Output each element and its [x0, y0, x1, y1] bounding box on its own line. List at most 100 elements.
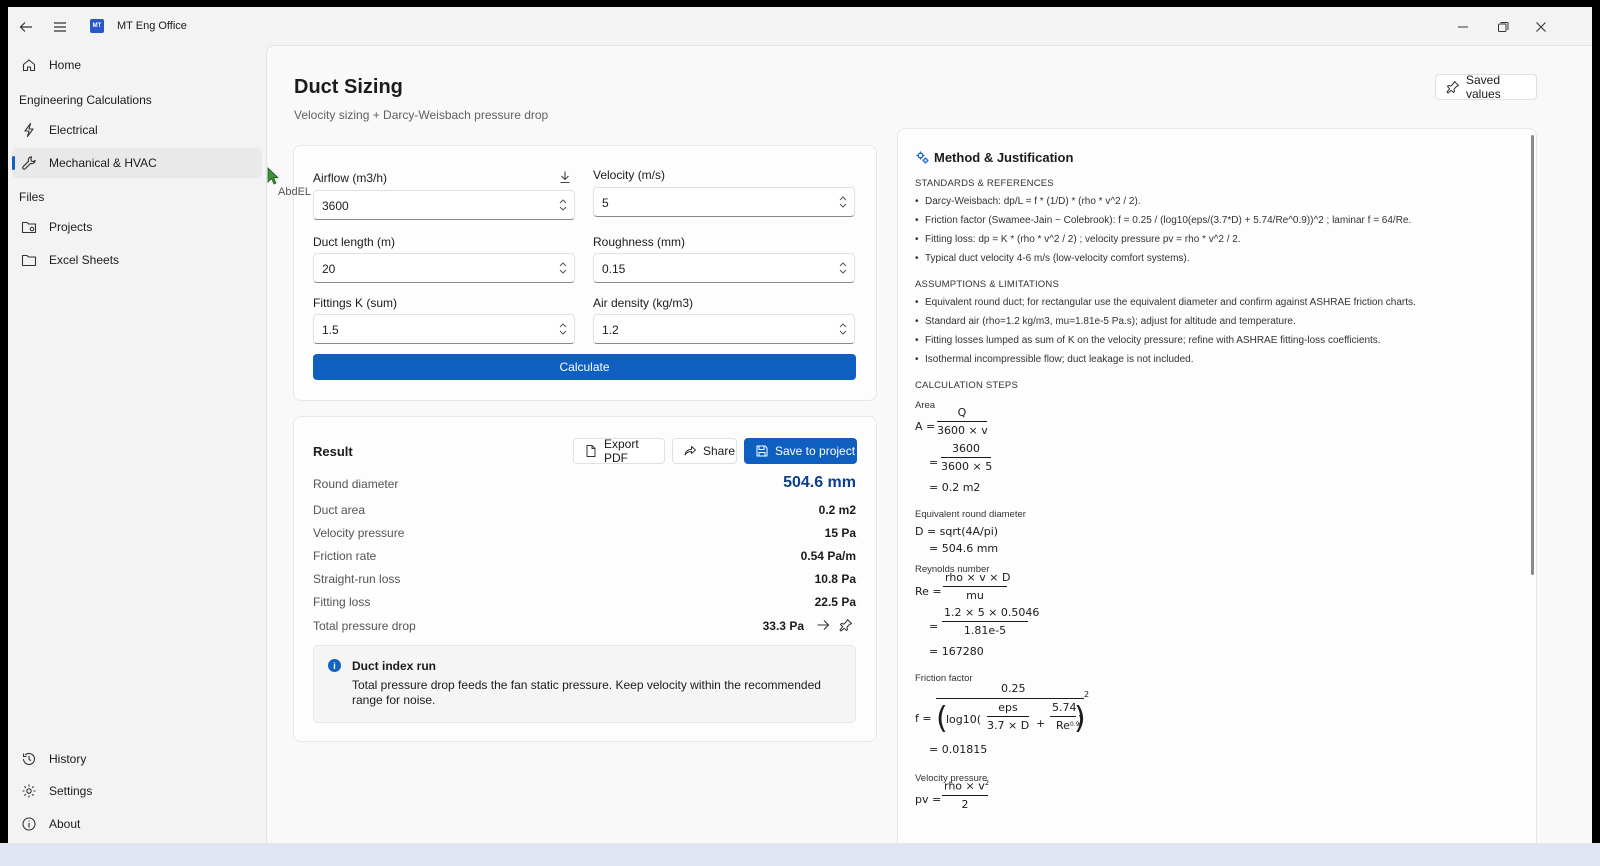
menu-icon[interactable] — [46, 15, 74, 39]
gear-icon — [21, 783, 37, 799]
folder-icon — [21, 252, 37, 268]
save-to-project-button[interactable]: Save to project — [744, 438, 857, 464]
result-key: Velocity pressure — [313, 526, 405, 540]
fraction: Q 3600 × v — [937, 406, 988, 437]
section-heading: ASSUMPTIONS & LIMITATIONS — [915, 279, 1059, 290]
spinner-icon[interactable] — [838, 322, 848, 336]
close-icon[interactable] — [1526, 15, 1556, 39]
input-card: Airflow (m3/h) 3600 Velocity (m/s) 5 Duc… — [293, 145, 877, 401]
equation-lhs: f = — [915, 712, 932, 725]
air-density-field[interactable]: 1.2 — [593, 314, 855, 344]
fittings-value: 1.5 — [322, 323, 339, 337]
equation-lhs: A = — [915, 420, 936, 433]
result-row: Duct area 0.2 m2 — [313, 501, 856, 521]
sidebar-item-about[interactable]: About — [12, 809, 262, 839]
velocity-label: Velocity (m/s) — [593, 168, 666, 182]
restore-icon[interactable] — [1488, 15, 1518, 39]
sidebar-item-settings[interactable]: Settings — [12, 776, 262, 806]
back-icon[interactable] — [12, 15, 40, 39]
arrow-right-icon[interactable] — [816, 618, 830, 635]
share-icon — [683, 444, 697, 458]
result-value: = 167280 — [929, 645, 984, 658]
spinner-icon[interactable] — [838, 261, 848, 275]
result-value: 22.5 Pa — [814, 595, 856, 609]
sidebar-header-files: Files — [19, 190, 45, 204]
result-card: Result Export PDF Share Save to project … — [293, 416, 877, 742]
sidebar-item-home[interactable]: Home — [12, 50, 262, 80]
sidebar-item-excel-sheets[interactable]: Excel Sheets — [12, 245, 262, 275]
sidebar-item-electrical[interactable]: Electrical — [12, 115, 262, 145]
minimize-icon[interactable] — [1448, 15, 1478, 39]
step-label: Equivalent round diameter — [915, 509, 1026, 520]
download-icon[interactable] — [559, 170, 571, 184]
fittings-label: Fittings K (sum) — [313, 296, 398, 310]
exponent: 2 — [984, 779, 990, 787]
saved-values-button[interactable]: Saved values — [1435, 73, 1537, 101]
step-label: Area — [915, 400, 936, 411]
numerator-text: rho × v — [944, 779, 985, 793]
home-icon — [21, 57, 37, 73]
result-key: Straight-run loss — [313, 572, 401, 586]
taskbar-edge — [0, 843, 1600, 866]
spinner-icon[interactable] — [838, 195, 848, 209]
fittings-field[interactable]: 1.5 — [313, 314, 575, 344]
denominator: 3600 × v — [937, 424, 988, 437]
wrench-icon — [21, 155, 37, 171]
list-item: • Isothermal incompressible flow; duct le… — [915, 354, 1194, 365]
share-label: Share — [703, 444, 736, 458]
page-title: Duct Sizing — [294, 76, 403, 98]
document-icon — [584, 444, 598, 458]
airflow-label: Airflow (m3/h) — [313, 171, 388, 185]
mouse-cursor-icon — [267, 167, 279, 188]
app-logo: MT — [90, 19, 104, 33]
result-key: Duct area — [313, 503, 366, 517]
scrollbar[interactable] — [1531, 135, 1534, 575]
result-value: 10.8 Pa — [814, 572, 856, 586]
equation-lhs: pv = — [915, 793, 942, 806]
app-title: MT Eng Office — [117, 20, 187, 32]
info-icon: i — [328, 659, 341, 672]
equation: D = sqrt(4A/pi) — [915, 525, 999, 538]
fraction: rho × v × D mu — [943, 571, 1010, 602]
spinner-icon[interactable] — [558, 322, 568, 336]
section-heading: STANDARDS & REFERENCES — [915, 178, 1054, 189]
result-key: Total pressure drop — [313, 619, 416, 633]
export-pdf-button[interactable]: Export PDF — [573, 437, 665, 465]
plus-sign: + — [1036, 717, 1046, 730]
calculate-button[interactable]: Calculate — [313, 354, 856, 380]
denominator: 2 — [961, 797, 969, 811]
step-label: Friction factor — [915, 673, 973, 684]
roughness-label: Roughness (mm) — [593, 235, 686, 249]
saved-values-label: Saved values — [1466, 73, 1501, 101]
airflow-value: 3600 — [322, 199, 349, 213]
sidebar-item-mechanical-hvac[interactable]: Mechanical & HVAC — [12, 148, 262, 178]
list-item: • Equivalent round duct; for rectangular … — [915, 297, 1416, 308]
numerator: eps — [987, 701, 1029, 717]
sidebar-item-projects[interactable]: Projects — [12, 212, 262, 242]
air-density-value: 1.2 — [602, 323, 619, 337]
duct-length-value: 20 — [322, 262, 336, 276]
fraction-bar — [936, 698, 1084, 699]
pin-icon[interactable] — [839, 618, 853, 635]
result-row: Round diameter 504.6 mm — [313, 474, 856, 495]
content-pane: Duct Sizing Velocity sizing + Darcy-Weis… — [266, 45, 1592, 866]
numerator: rho × v × D — [943, 571, 1010, 587]
page-subtitle: Velocity sizing + Darcy-Weisbach pressur… — [294, 108, 549, 122]
sidebar-item-history[interactable]: History — [12, 744, 262, 774]
duct-length-field[interactable]: 20 — [313, 253, 575, 283]
spinner-icon[interactable] — [558, 261, 568, 275]
list-item: • Standard air (rho=1.2 kg/m3, mu=1.81e-5… — [915, 316, 1296, 327]
numerator: 1.2 × 5 × 0.5046 — [942, 606, 1039, 622]
spinner-icon[interactable] — [558, 198, 568, 212]
equals-sign: = — [929, 620, 939, 633]
result-key: Friction rate — [313, 549, 377, 563]
share-button[interactable]: Share — [672, 438, 737, 464]
fraction: rho × v2 2 — [942, 779, 990, 811]
result-value: 33.3 Pa — [762, 619, 804, 633]
exponent: 2 — [1084, 690, 1090, 699]
result-key: Round diameter — [313, 477, 399, 491]
roughness-field[interactable]: 0.15 — [593, 253, 855, 283]
velocity-field[interactable]: 5 — [593, 187, 855, 217]
list-item: • Fitting loss: dp = K * (rho * v^2 / 2) … — [915, 234, 1241, 245]
airflow-field[interactable]: 3600 — [313, 190, 575, 220]
